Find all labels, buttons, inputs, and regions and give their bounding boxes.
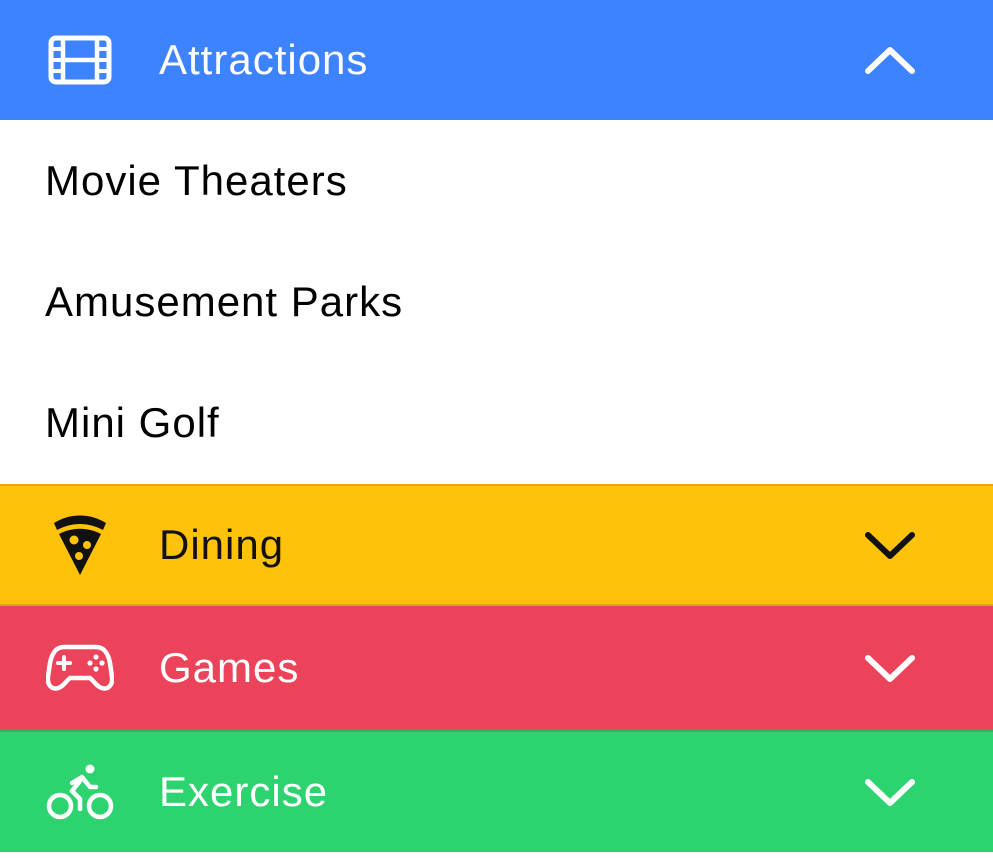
chevron-down-icon bbox=[862, 517, 918, 573]
accordion-title: Dining bbox=[159, 521, 285, 568]
accordion-title: Games bbox=[159, 644, 300, 691]
chevron-up-icon bbox=[862, 32, 918, 88]
list-item-label: Movie Theaters bbox=[45, 156, 348, 204]
list-item-amusement-parks[interactable]: Amusement Parks bbox=[0, 241, 993, 362]
accordion-header-exercise[interactable]: Exercise bbox=[0, 730, 993, 852]
list-item-mini-golf[interactable]: Mini Golf bbox=[0, 362, 993, 484]
list-item-label: Amusement Parks bbox=[45, 277, 404, 325]
chevron-down-icon bbox=[862, 640, 918, 696]
attractions-list: Movie Theaters Amusement Parks Mini Golf bbox=[0, 120, 993, 484]
accordion-title: Attractions bbox=[159, 36, 369, 83]
game-controller-icon bbox=[46, 634, 114, 702]
list-item-label: Mini Golf bbox=[45, 399, 220, 446]
chevron-down-icon bbox=[862, 764, 918, 820]
accordion-header-attractions[interactable]: Attractions bbox=[0, 0, 993, 120]
accordion-header-dining[interactable]: Dining bbox=[0, 484, 993, 606]
list-item-movie-theaters[interactable]: Movie Theaters bbox=[0, 120, 993, 241]
bicycle-icon bbox=[46, 758, 114, 826]
film-icon bbox=[46, 26, 114, 94]
pizza-icon bbox=[46, 511, 114, 579]
accordion-title: Exercise bbox=[159, 768, 329, 815]
accordion-header-games[interactable]: Games bbox=[0, 606, 993, 730]
accordion-group: Attractions Movie Theaters Amusement Par… bbox=[0, 0, 993, 858]
